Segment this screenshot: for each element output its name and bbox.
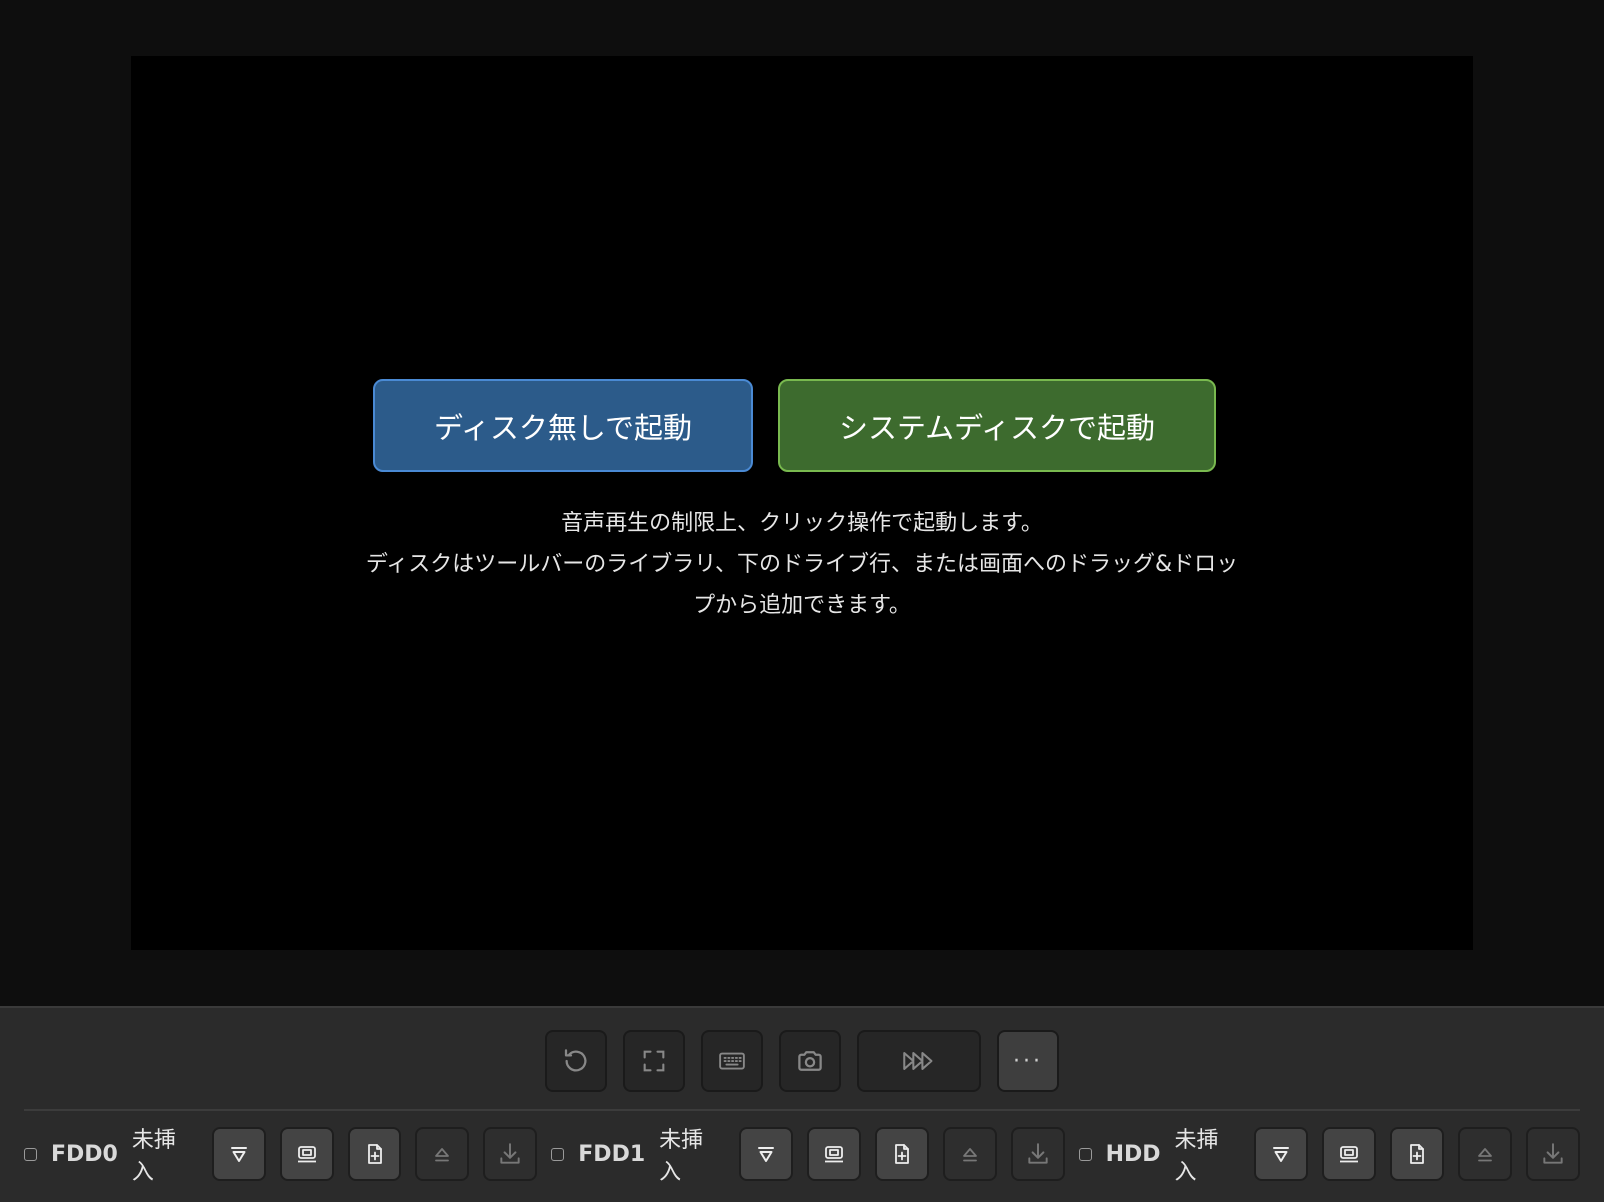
drive-status: 未挿入 xyxy=(1174,1128,1219,1185)
boot-with-system-disk-button[interactable]: システムディスクで起動 xyxy=(778,379,1216,472)
reset-button[interactable] xyxy=(545,1030,607,1092)
eject-button[interactable] xyxy=(942,1127,997,1181)
disk-library-button[interactable] xyxy=(1322,1127,1377,1181)
disk-dropdown-button[interactable] xyxy=(739,1127,793,1181)
download-button[interactable] xyxy=(1010,1127,1065,1181)
new-disk-button[interactable] xyxy=(874,1127,929,1181)
disk-dropdown-button[interactable] xyxy=(211,1127,266,1181)
eject-icon xyxy=(962,1148,977,1162)
fast-forward-icon xyxy=(903,1052,933,1070)
hint-line: ディスクはツールバーのライブラリ、下のドライブ行、または画面へのドラッグ&ドロッ xyxy=(365,552,1239,577)
divider xyxy=(24,1109,1580,1111)
keyboard-button[interactable] xyxy=(701,1030,763,1092)
drive-name: HDD xyxy=(1105,1141,1161,1167)
hint-line: プから追加できます。 xyxy=(693,593,911,618)
control-bar: ··· FDD0 未挿入 FDD1 未挿入 HDD 未挿入 xyxy=(0,1006,1604,1202)
drive-status: 未挿入 xyxy=(659,1128,704,1185)
drive-fdd1: FDD1 未挿入 xyxy=(551,1122,1078,1186)
disk-dropdown-button[interactable] xyxy=(1254,1127,1309,1181)
boot-buttons: ディスク無しで起動 システムディスクで起動 xyxy=(131,379,1473,472)
boot-hint: 音声再生の制限上、クリック操作で起動します。 ディスクはツールバーのライブラリ、… xyxy=(311,503,1293,626)
disk-library-button[interactable] xyxy=(279,1127,334,1181)
drive-checkbox[interactable] xyxy=(551,1147,565,1161)
fullscreen-button[interactable] xyxy=(623,1030,685,1092)
drive-fdd0: FDD0 未挿入 xyxy=(24,1122,551,1186)
drive-checkbox[interactable] xyxy=(24,1147,37,1161)
download-icon xyxy=(1027,1143,1048,1164)
disk-library-icon xyxy=(1340,1146,1359,1163)
disk-library-icon xyxy=(297,1146,316,1163)
fast-forward-button[interactable] xyxy=(857,1030,981,1092)
boot-without-disk-button[interactable]: ディスク無しで起動 xyxy=(373,379,753,472)
keyboard-icon xyxy=(719,1052,745,1070)
download-button[interactable] xyxy=(483,1127,538,1181)
drive-status: 未挿入 xyxy=(131,1128,176,1185)
file-add-icon xyxy=(1410,1144,1425,1164)
toolbar: ··· xyxy=(0,1030,1604,1092)
eject-button[interactable] xyxy=(1458,1127,1513,1181)
drive-row: FDD0 未挿入 FDD1 未挿入 HDD 未挿入 xyxy=(24,1127,1581,1185)
camera-icon xyxy=(798,1051,822,1071)
eject-icon xyxy=(1478,1148,1493,1162)
drive-hdd: HDD 未挿入 xyxy=(1078,1122,1581,1186)
fullscreen-icon xyxy=(643,1050,665,1072)
download-icon xyxy=(1543,1143,1563,1164)
eject-button[interactable] xyxy=(415,1127,470,1181)
more-menu-button[interactable]: ··· xyxy=(997,1030,1059,1092)
drive-name: FDD1 xyxy=(578,1141,646,1167)
reset-icon xyxy=(564,1049,587,1072)
dropdown-icon xyxy=(1273,1147,1290,1162)
emulator-screen[interactable]: ディスク無しで起動 システムディスクで起動 音声再生の制限上、クリック操作で起動… xyxy=(131,56,1473,950)
dropdown-icon xyxy=(758,1147,774,1162)
drive-checkbox[interactable] xyxy=(1078,1147,1092,1161)
file-add-icon xyxy=(367,1144,382,1164)
disk-library-icon xyxy=(824,1146,843,1163)
dropdown-icon xyxy=(230,1147,247,1162)
screenshot-button[interactable] xyxy=(779,1030,841,1092)
new-disk-button[interactable] xyxy=(347,1127,402,1181)
eject-icon xyxy=(435,1148,450,1162)
drive-name: FDD0 xyxy=(50,1141,118,1167)
disk-library-button[interactable] xyxy=(806,1127,861,1181)
file-add-icon xyxy=(894,1144,909,1164)
new-disk-button[interactable] xyxy=(1390,1127,1445,1181)
download-icon xyxy=(500,1143,520,1164)
download-button[interactable] xyxy=(1526,1127,1581,1181)
hint-line: 音声再生の制限上、クリック操作で起動します。 xyxy=(561,511,1043,536)
